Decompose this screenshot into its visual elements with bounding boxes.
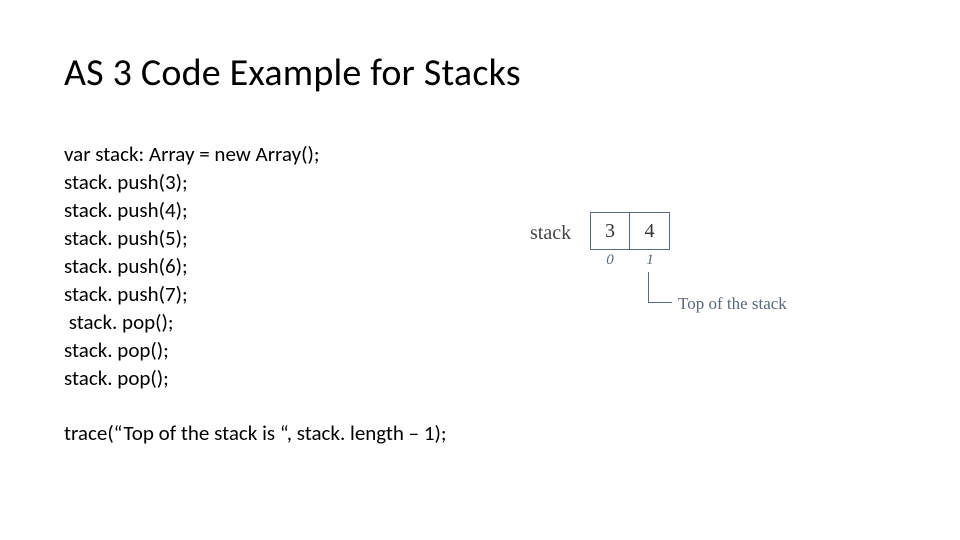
diagram-caption: Top of the stack [678, 294, 787, 314]
code-line: stack. pop(); [64, 365, 169, 391]
diagram-cell: 4 [630, 212, 670, 250]
code-line: stack. push(6); [64, 253, 188, 279]
diagram-cell: 3 [590, 212, 630, 250]
connector-line [648, 302, 672, 303]
diagram-cells: 3 4 [590, 212, 670, 250]
code-line: stack. pop(); [64, 337, 169, 363]
connector-line [648, 272, 649, 302]
diagram-label: stack [530, 222, 571, 245]
code-line: stack. push(4); [64, 197, 188, 223]
code-line: stack. pop(); [64, 309, 174, 335]
code-line: stack. push(5); [64, 225, 188, 251]
trace-line: trace(“Top of the stack is “, stack. len… [64, 420, 447, 446]
slide: AS 3 Code Example for Stacks var stack: … [0, 0, 960, 540]
code-line: stack. push(7); [64, 281, 188, 307]
code-line: var stack: Array = new Array(); [64, 141, 319, 167]
code-block: var stack: Array = new Array(); stack. p… [64, 140, 319, 392]
code-line: stack. push(3); [64, 169, 188, 195]
diagram-index: 1 [630, 252, 670, 269]
diagram-index: 0 [590, 252, 630, 269]
page-title: AS 3 Code Example for Stacks [64, 50, 521, 96]
